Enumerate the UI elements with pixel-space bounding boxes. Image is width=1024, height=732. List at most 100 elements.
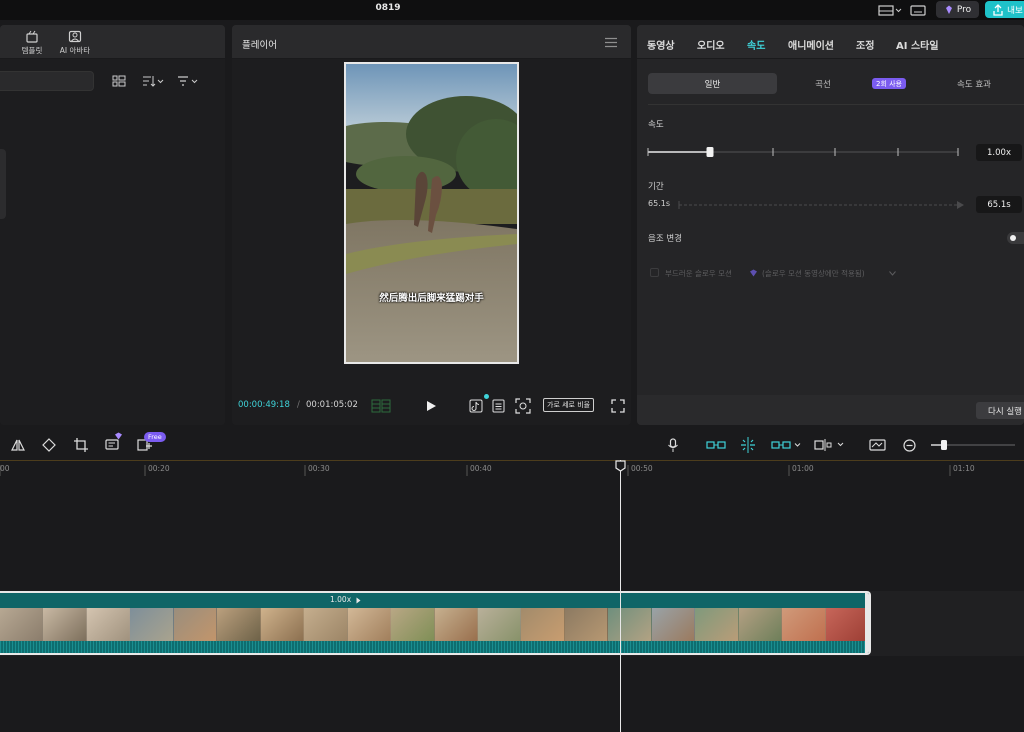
player-title: 플레이어 xyxy=(242,40,277,51)
tab-animation[interactable]: 애니메이션 xyxy=(788,37,834,52)
aspect-ratio-button[interactable]: 가로 세로 비율 xyxy=(543,398,595,412)
avatar-icon xyxy=(68,30,82,43)
ruler-label: 01:10 xyxy=(953,464,975,473)
duration-from: 65.1s xyxy=(648,199,670,208)
playhead-handle[interactable] xyxy=(615,460,626,472)
left-panel-header: 템플릿 AI 아바타 xyxy=(0,25,225,59)
pro-button[interactable]: Pro xyxy=(936,1,979,18)
ruler-label: 00:20 xyxy=(148,464,170,473)
clip-thumbnails xyxy=(0,608,869,641)
timeline-ruler[interactable]: 00 00:20 00:30 00:40 00:50 01:00 01:10 xyxy=(0,460,1024,476)
tab-video[interactable]: 동영상 xyxy=(647,37,675,52)
speed-label: 속도 xyxy=(648,120,664,130)
collapsed-side-tab[interactable] xyxy=(0,149,6,219)
left-panel: 템플릿 AI 아바타 xyxy=(0,25,225,425)
preview-area: 然后腾出后脚来猛踢对手 xyxy=(232,59,631,425)
media-area xyxy=(0,59,225,425)
rotate-icon[interactable] xyxy=(42,438,56,452)
player-panel: 플레이어 然后腾出后脚来猛踢对手 00:00:49:18 / 00:01:05:… xyxy=(232,25,631,425)
crop-icon[interactable] xyxy=(74,438,88,452)
segment-normal[interactable]: 일반 xyxy=(648,73,777,94)
usage-badge: 2회 사용 xyxy=(872,78,906,89)
timeline-toolbar: Free xyxy=(0,432,1024,460)
zoom-out-icon[interactable] xyxy=(903,439,916,452)
speed-slider[interactable] xyxy=(646,144,961,160)
search-input[interactable] xyxy=(0,71,94,91)
video-clip[interactable]: 1.00x xyxy=(0,591,871,655)
diamond-icon xyxy=(945,5,952,14)
title-bar: 0819 Pro 내보 xyxy=(0,0,1024,20)
time-separator: / xyxy=(297,400,300,410)
tab-audio[interactable]: 오디오 xyxy=(697,37,725,52)
export-label: 내보 xyxy=(1007,5,1023,16)
clip-header: 1.00x xyxy=(0,593,869,608)
tab-speed[interactable]: 속도 xyxy=(747,37,765,52)
video-preview-image xyxy=(346,64,517,362)
playhead-line[interactable] xyxy=(620,460,621,732)
ruler-label: 00:30 xyxy=(308,464,330,473)
pitch-toggle[interactable] xyxy=(1007,232,1024,244)
auto-caption-icon[interactable] xyxy=(105,438,120,452)
pro-label: Pro xyxy=(956,4,972,15)
segment-speed-effect[interactable]: 속도 효과 xyxy=(929,73,1019,94)
inspector-footer: 다시 실행 xyxy=(637,395,1024,425)
speed-value-field[interactable]: 1.00x xyxy=(976,144,1022,161)
subtitle-caption: 然后腾出后脚来猛踢对手 xyxy=(379,293,484,304)
clip-trim-handle[interactable] xyxy=(865,593,869,653)
tab-ai-style[interactable]: AI 스타일 xyxy=(896,37,939,52)
fullscreen-icon[interactable] xyxy=(611,399,625,413)
export-button[interactable]: 내보 xyxy=(985,1,1024,18)
tiktok-icon[interactable] xyxy=(469,399,483,413)
share-icon xyxy=(993,3,1003,16)
duration-arrow-icon xyxy=(678,201,964,209)
keyboard-icon xyxy=(910,4,926,16)
diamond-icon xyxy=(750,269,757,277)
inspector-tabs: 동영상 오디오 속도 애니메이션 조정 AI 스타일 xyxy=(637,25,1024,59)
fit-screen-icon[interactable] xyxy=(515,398,531,414)
current-time: 00:00:49:18 xyxy=(238,400,290,410)
grid-view-icon[interactable] xyxy=(112,75,126,87)
pitch-label: 음조 변경 xyxy=(648,234,682,244)
segment-curve[interactable]: 곡선 xyxy=(783,73,863,94)
linkage-icon[interactable] xyxy=(771,439,803,451)
main-track-magnet-icon[interactable] xyxy=(706,439,726,451)
free-badge: Free xyxy=(144,432,166,442)
player-controls: 00:00:49:18 / 00:01:05:02 가로 세로 비율 xyxy=(232,387,631,425)
microphone-icon[interactable] xyxy=(667,438,679,453)
smooth-slow-checkbox[interactable] xyxy=(650,268,659,277)
total-time: 00:01:05:02 xyxy=(306,400,358,410)
keyboard-shortcuts-button[interactable] xyxy=(907,1,929,18)
duration-label: 기간 xyxy=(648,182,664,192)
inspector-panel: 동영상 오디오 속도 애니메이션 조정 AI 스타일 일반 곡선 2회 사용 속… xyxy=(637,25,1024,425)
template-label: 템플릿 xyxy=(21,46,43,55)
play-icon[interactable] xyxy=(425,400,437,412)
captions-icon[interactable] xyxy=(492,399,505,413)
layout-button[interactable] xyxy=(873,1,905,18)
tab-adjust[interactable]: 조정 xyxy=(856,37,874,52)
video-frame[interactable]: 然后腾出后脚来猛踢对手 xyxy=(344,62,519,364)
notification-dot xyxy=(484,394,489,399)
thumbnail-toggle-icon[interactable] xyxy=(869,438,887,452)
smooth-slow-label: 부드러운 슬로우 모션 xyxy=(665,269,732,278)
chevron-down-icon xyxy=(889,271,896,276)
ai-avatar-label: AI 아바타 xyxy=(59,46,91,55)
audio-meter-icon xyxy=(371,399,391,413)
zoom-slider[interactable] xyxy=(929,438,1019,452)
ruler-label: 00:50 xyxy=(631,464,653,473)
play-small-icon xyxy=(356,597,361,604)
ruler-label: 00 xyxy=(0,464,10,473)
divider xyxy=(648,104,1024,105)
filter-icon[interactable] xyxy=(177,75,201,87)
clip-speed-label: 1.00x xyxy=(330,595,352,604)
duration-value-field[interactable]: 65.1s xyxy=(976,196,1022,213)
ruler-label: 00:40 xyxy=(470,464,492,473)
mirror-icon[interactable] xyxy=(11,438,25,452)
ruler-label: 01:00 xyxy=(792,464,814,473)
menu-icon[interactable] xyxy=(604,37,618,48)
audio-waveform xyxy=(0,641,869,653)
reset-button[interactable]: 다시 실행 xyxy=(976,402,1024,419)
preview-axis-icon[interactable] xyxy=(814,438,846,452)
auto-snap-icon[interactable] xyxy=(739,437,757,453)
ai-avatar-tool[interactable]: AI 아바타 xyxy=(50,30,100,56)
sort-icon[interactable] xyxy=(142,75,164,87)
